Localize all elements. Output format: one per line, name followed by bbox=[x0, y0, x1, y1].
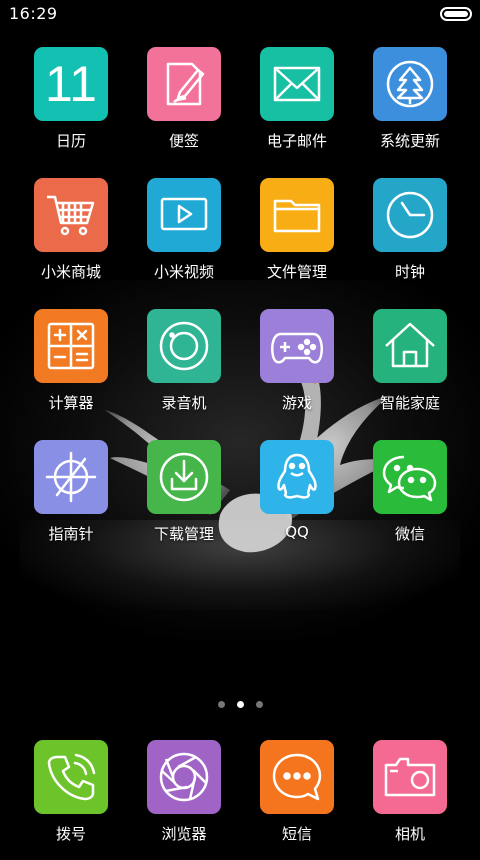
gamepad-icon bbox=[271, 332, 323, 364]
app-label: 指南针 bbox=[48, 525, 94, 543]
app-tile bbox=[373, 440, 447, 514]
page-dot-2[interactable] bbox=[236, 701, 244, 708]
app-games[interactable]: 游戏 bbox=[247, 309, 347, 429]
compass-icon bbox=[45, 451, 97, 503]
app-tile bbox=[373, 740, 447, 814]
app-label: 微信 bbox=[394, 525, 425, 543]
app-label: QQ bbox=[285, 523, 309, 541]
app-tile bbox=[373, 309, 447, 383]
app-label: 浏览器 bbox=[161, 825, 207, 843]
camera-icon bbox=[384, 757, 436, 797]
battery-level bbox=[444, 11, 468, 17]
app-calendar[interactable]: 11 日历 bbox=[21, 47, 121, 167]
app-system-update[interactable]: 系统更新 bbox=[360, 47, 460, 167]
app-tile bbox=[260, 440, 334, 514]
app-label: 电子邮件 bbox=[266, 132, 327, 150]
app-label: 时钟 bbox=[394, 263, 425, 281]
app-label: 相机 bbox=[394, 825, 425, 843]
app-notes[interactable]: 便签 bbox=[134, 47, 234, 167]
app-label: 便签 bbox=[168, 132, 199, 150]
dock-app-browser[interactable]: 浏览器 bbox=[134, 740, 234, 860]
app-tile bbox=[147, 47, 221, 121]
page-indicator bbox=[0, 701, 480, 711]
home-icon bbox=[385, 322, 435, 368]
status-time: 16:29 bbox=[9, 4, 58, 23]
battery-icon bbox=[440, 7, 472, 21]
calendar-icon: 11 bbox=[45, 56, 97, 112]
recorder-icon bbox=[159, 321, 209, 371]
app-mi-store[interactable]: 小米商城 bbox=[21, 178, 121, 298]
app-tile bbox=[373, 47, 447, 121]
app-email[interactable]: 电子邮件 bbox=[247, 47, 347, 167]
app-label: 录音机 bbox=[161, 394, 207, 412]
browser-icon bbox=[159, 752, 209, 802]
app-label: 游戏 bbox=[281, 394, 312, 412]
app-calculator[interactable]: 计算器 bbox=[21, 309, 121, 429]
app-label: 系统更新 bbox=[379, 132, 440, 150]
message-icon bbox=[272, 753, 322, 801]
app-tile bbox=[260, 178, 334, 252]
page-dot-3[interactable] bbox=[255, 701, 263, 708]
app-label: 下载管理 bbox=[153, 525, 214, 543]
clock-icon bbox=[386, 191, 434, 239]
mail-icon bbox=[273, 66, 321, 102]
app-tile bbox=[34, 309, 108, 383]
app-clock[interactable]: 时钟 bbox=[360, 178, 460, 298]
app-qq[interactable]: QQ bbox=[247, 440, 347, 560]
app-tile bbox=[373, 178, 447, 252]
app-label: 日历 bbox=[55, 132, 86, 150]
app-tile bbox=[260, 309, 334, 383]
app-compass[interactable]: 指南针 bbox=[21, 440, 121, 560]
app-tile: 11 bbox=[34, 47, 108, 121]
wechat-icon bbox=[382, 455, 437, 502]
dock-app-messages[interactable]: 短信 bbox=[247, 740, 347, 860]
app-tile bbox=[34, 440, 108, 514]
status-bar: 16:29 bbox=[0, 0, 480, 30]
app-label: 小米商城 bbox=[40, 263, 101, 281]
app-label: 智能家庭 bbox=[379, 394, 440, 412]
app-smart-home[interactable]: 智能家庭 bbox=[360, 309, 460, 429]
app-mi-video[interactable]: 小米视频 bbox=[134, 178, 234, 298]
qq-penguin-icon bbox=[277, 453, 317, 499]
page-dot-1[interactable] bbox=[217, 701, 225, 708]
app-wechat[interactable]: 微信 bbox=[360, 440, 460, 560]
app-download-manager[interactable]: 下载管理 bbox=[134, 440, 234, 560]
app-recorder[interactable]: 录音机 bbox=[134, 309, 234, 429]
dock-app-camera[interactable]: 相机 bbox=[360, 740, 460, 860]
dock-app-dialer[interactable]: 拨号 bbox=[21, 740, 121, 860]
update-icon bbox=[386, 60, 434, 108]
app-label: 小米视频 bbox=[153, 263, 214, 281]
app-label: 短信 bbox=[281, 825, 312, 843]
app-label: 文件管理 bbox=[266, 263, 327, 281]
video-icon bbox=[160, 197, 208, 231]
phone-icon bbox=[47, 753, 96, 801]
app-label: 拨号 bbox=[55, 825, 86, 843]
app-label: 计算器 bbox=[48, 394, 94, 412]
app-tile bbox=[147, 740, 221, 814]
download-icon bbox=[159, 452, 209, 502]
app-tile bbox=[34, 740, 108, 814]
app-tile bbox=[147, 178, 221, 252]
cart-icon bbox=[47, 195, 95, 236]
folder-icon bbox=[273, 199, 321, 233]
app-tile bbox=[147, 440, 221, 514]
app-tile bbox=[147, 309, 221, 383]
app-tile bbox=[260, 47, 334, 121]
notes-icon bbox=[166, 62, 205, 106]
app-tile bbox=[34, 178, 108, 252]
calculator-icon bbox=[47, 322, 95, 370]
app-file-manager[interactable]: 文件管理 bbox=[247, 178, 347, 298]
app-tile bbox=[260, 740, 334, 814]
